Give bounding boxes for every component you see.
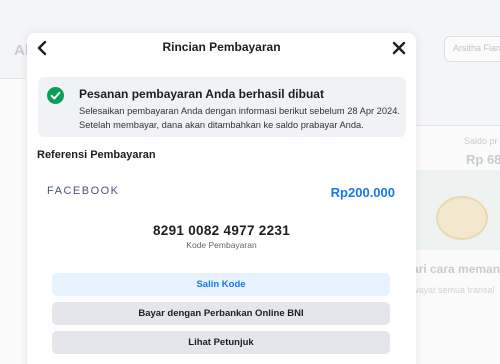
coin-illustration-icon: [436, 196, 488, 240]
pay-online-banking-button[interactable]: Bayar dengan Perbankan Online BNI: [52, 302, 390, 325]
payment-code: 8291 0082 4977 2231: [152, 223, 291, 238]
background-info-subtitle: wayat semua transal: [412, 285, 495, 295]
payment-code-label: Kode Pembayaran: [186, 240, 257, 250]
view-instructions-button[interactable]: Lihat Petunjuk: [52, 331, 390, 354]
background-balance-value: Rp 68: [466, 152, 500, 167]
merchant-name: FACEBOOK: [47, 185, 120, 197]
background-search-input: Arsitha Fiam: [444, 36, 500, 62]
background-info-title: ari cara memant: [412, 262, 500, 276]
background-left-card: [0, 78, 26, 364]
alert-message: Selesaikan pembayaran Anda dengan inform…: [79, 106, 400, 130]
check-circle-icon: [47, 87, 64, 104]
success-alert: Pesanan pembayaran Anda berhasil dibuat …: [38, 77, 406, 137]
close-button[interactable]: [390, 39, 408, 57]
background-balance-label: Saldo pr: [464, 136, 498, 146]
close-icon: [392, 41, 406, 55]
alert-title: Pesanan pembayaran Anda berhasil dibuat: [79, 87, 324, 101]
payment-reference-heading: Referensi Pembayaran: [37, 149, 156, 161]
dialog-header: Rincian Pembayaran: [27, 33, 416, 63]
dialog-title: Rincian Pembayaran: [162, 40, 281, 54]
payment-amount: Rp200.000: [330, 185, 395, 200]
copy-code-button[interactable]: Salin Kode: [52, 273, 390, 296]
payment-details-dialog: Rincian Pembayaran Pesanan pembayaran An…: [27, 33, 416, 364]
